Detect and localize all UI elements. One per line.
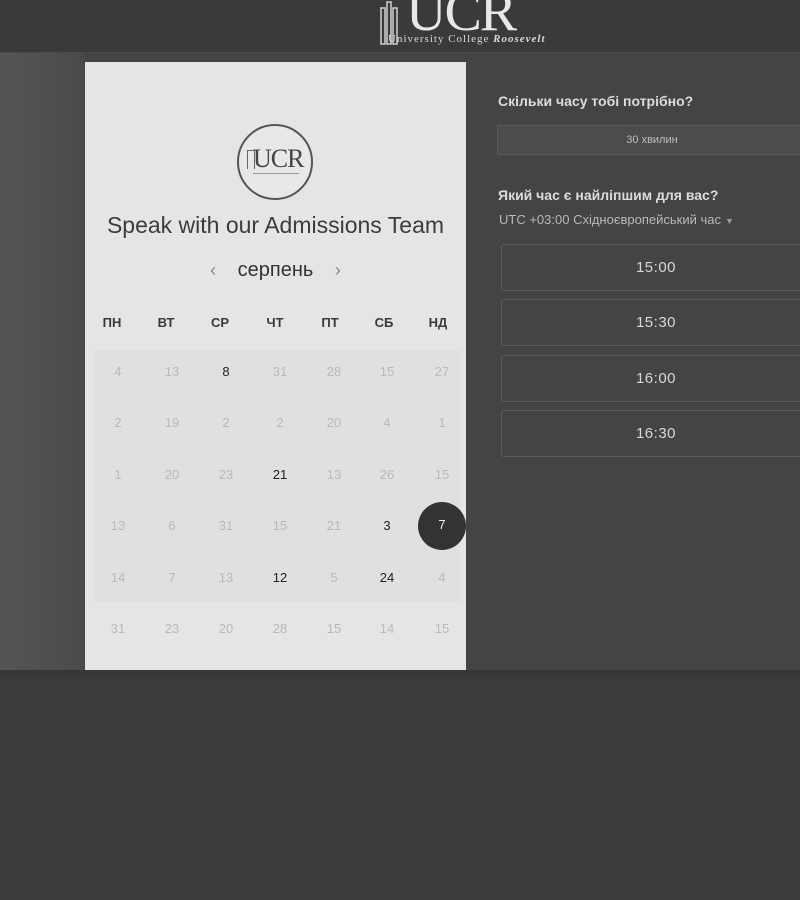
timezone-select[interactable]: UTC +03:00 Східноєвропейський час ▼ xyxy=(499,212,734,227)
month-label: серпень xyxy=(237,259,314,281)
calendar-grid: 4 13 8 31 28 15 27 2 19 2 2 20 4 1 1 20 23 21 13 26 15 13 6 31 1… xyxy=(95,350,466,660)
unavailable-day: 14 xyxy=(379,621,395,636)
unavailable-day: 13 xyxy=(110,518,126,533)
unavailable-day: 20 xyxy=(164,467,180,482)
duration-question: Скільки часу тобі потрібно? xyxy=(498,93,694,109)
unavailable-day: 15 xyxy=(434,621,450,636)
unavailable-day: 23 xyxy=(164,621,180,636)
time-slot-button[interactable]: 16:00 xyxy=(501,355,800,402)
unavailable-day: 5 xyxy=(330,570,338,585)
unavailable-day: 7 xyxy=(168,570,176,585)
logo-subtitle: University College Roosevelt xyxy=(388,33,546,45)
unavailable-day: 15 xyxy=(379,364,395,379)
logo-subtitle-italic: Roosevelt xyxy=(493,33,546,45)
ucr-logo[interactable]: UCR University College Roosevelt xyxy=(376,0,561,48)
unavailable-day: 1 xyxy=(438,415,446,430)
weekday-label: ЧТ xyxy=(266,315,284,330)
weekday-label: ПН xyxy=(102,315,122,330)
time-slot-button[interactable]: 15:30 xyxy=(501,299,800,346)
unavailable-day: 21 xyxy=(326,518,342,533)
page-title: Speak with our Admissions Team xyxy=(106,212,445,238)
chevron-left-icon[interactable]: ‹ xyxy=(204,258,222,282)
weekday-label: НД xyxy=(428,315,448,330)
unavailable-day: 13 xyxy=(164,364,180,379)
unavailable-day: 4 xyxy=(438,570,446,585)
circle-logo-letters: UCR xyxy=(253,144,304,173)
unavailable-day: 13 xyxy=(218,570,234,585)
unavailable-day: 28 xyxy=(326,364,342,379)
band-shadow xyxy=(0,670,800,686)
unavailable-day: 31 xyxy=(110,621,126,636)
unavailable-day: 4 xyxy=(114,364,122,379)
ucr-circle-logo: UCR xyxy=(237,124,313,200)
time-slot-button[interactable]: 16:30 xyxy=(501,410,800,457)
site-header: UCR University College Roosevelt xyxy=(0,0,800,53)
chevron-right-icon[interactable]: › xyxy=(329,258,347,282)
unavailable-day: 2 xyxy=(222,415,230,430)
unavailable-day: 1 xyxy=(114,467,122,482)
logo-subtitle-plain: University College xyxy=(388,33,494,45)
unavailable-day: 4 xyxy=(383,415,391,430)
unavailable-day: 20 xyxy=(218,621,234,636)
selected-day[interactable]: 7 xyxy=(418,502,466,550)
month-navigation: ‹ серпень › xyxy=(85,258,466,284)
unavailable-day: 2 xyxy=(114,415,122,430)
unavailable-day: 31 xyxy=(218,518,234,533)
unavailable-day: 28 xyxy=(272,621,288,636)
time-slot-button[interactable]: 15:00 xyxy=(501,244,800,291)
time-question: Який час є найліпшим для вас? xyxy=(498,187,719,203)
unavailable-day: 15 xyxy=(326,621,342,636)
available-day[interactable]: 24 xyxy=(365,556,409,600)
unavailable-day: 2 xyxy=(276,415,284,430)
weekday-label: СР xyxy=(210,315,230,330)
unavailable-day: 27 xyxy=(434,364,450,379)
available-day[interactable]: 3 xyxy=(365,504,409,548)
unavailable-day: 15 xyxy=(434,467,450,482)
unavailable-day: 31 xyxy=(272,364,288,379)
circle-logo-rule xyxy=(253,173,299,174)
unavailable-day: 23 xyxy=(218,467,234,482)
unavailable-day: 6 xyxy=(168,518,176,533)
weekday-label: СБ xyxy=(374,315,394,330)
unavailable-day: 20 xyxy=(326,415,342,430)
timezone-label: UTC +03:00 Східноєвропейський час xyxy=(499,212,721,227)
unavailable-day: 19 xyxy=(164,415,180,430)
weekday-header: ПН ВТ СР ЧТ ПТ СБ НД xyxy=(85,315,466,335)
unavailable-day: 14 xyxy=(110,570,126,585)
duration-select[interactable]: 30 хвилин xyxy=(497,125,800,155)
unavailable-day: 15 xyxy=(272,518,288,533)
unavailable-day: 13 xyxy=(326,467,342,482)
available-day[interactable]: 8 xyxy=(204,350,248,394)
unavailable-day: 26 xyxy=(379,467,395,482)
weekday-label: ПТ xyxy=(321,315,339,330)
available-day[interactable]: 12 xyxy=(258,556,302,600)
caret-down-icon: ▼ xyxy=(724,216,734,226)
calendar-card: UCR Speak with our Admissions Team ‹ сер… xyxy=(85,62,466,670)
available-day[interactable]: 21 xyxy=(258,453,302,497)
weekday-label: ВТ xyxy=(157,315,175,330)
